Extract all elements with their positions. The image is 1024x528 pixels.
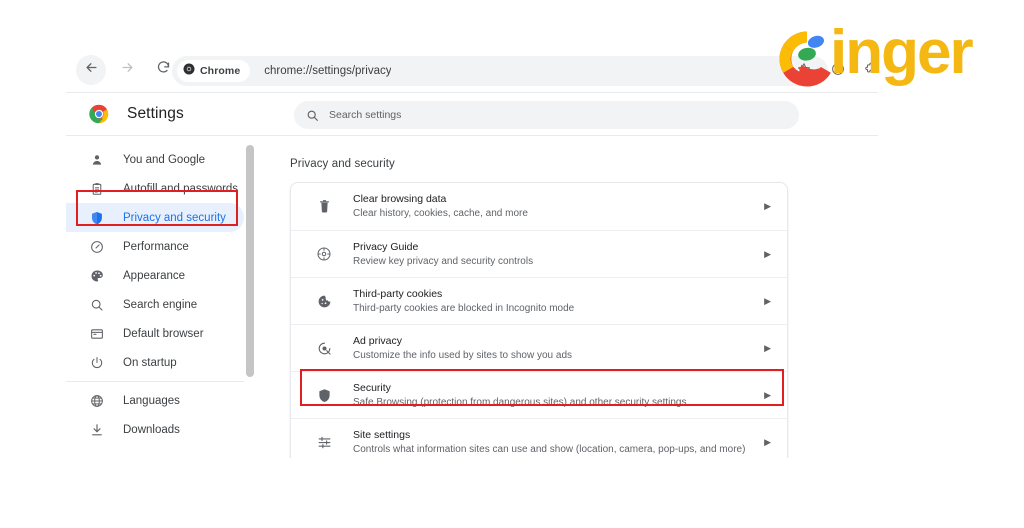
extensions-icon bbox=[864, 62, 878, 81]
site-chip[interactable]: Chrome bbox=[177, 60, 251, 82]
chrome-logo-icon bbox=[89, 104, 109, 124]
sidebar-item-label: Performance bbox=[123, 240, 189, 253]
browser-toolbar: Chrome chrome://settings/privacy bbox=[66, 48, 878, 93]
search-settings-field[interactable]: Search settings bbox=[294, 101, 799, 129]
sidebar-item-you-and-google[interactable]: You and Google bbox=[66, 145, 244, 174]
screenshot-root: Chrome chrome://settings/privacy Setting… bbox=[0, 0, 1024, 528]
sidebar-item-label: Languages bbox=[123, 394, 180, 407]
settings-body: You and Google Autofill and passwords Pr… bbox=[66, 136, 878, 458]
sidebar-item-label: Appearance bbox=[123, 269, 186, 282]
sidebar-item-label: Default browser bbox=[123, 327, 204, 340]
row-title: Ad privacy bbox=[353, 334, 403, 347]
settings-row-privacy-guide[interactable]: Privacy Guide Review key privacy and sec… bbox=[291, 230, 787, 277]
cookie-icon bbox=[313, 294, 335, 309]
sidebar-item-label: Privacy and security bbox=[123, 211, 226, 224]
row-title: Privacy Guide bbox=[353, 240, 419, 253]
sidebar-item-label: You and Google bbox=[123, 153, 206, 166]
chevron-right-icon[interactable]: ▶ bbox=[764, 201, 771, 212]
speedometer-icon bbox=[88, 238, 105, 255]
trash-icon bbox=[313, 199, 335, 214]
settings-row-third-party-cookies[interactable]: Third-party cookies Third-party cookies … bbox=[291, 277, 787, 324]
row-title: Security bbox=[353, 381, 391, 394]
forward-button[interactable] bbox=[112, 55, 142, 85]
chevron-right-icon[interactable]: ▶ bbox=[764, 296, 771, 307]
search-placeholder: Search settings bbox=[329, 109, 402, 121]
sidebar-item-label: Search engine bbox=[123, 298, 198, 311]
settings-content: Privacy and security Clear browsing data… bbox=[254, 136, 878, 458]
privacy-guide-icon bbox=[313, 246, 335, 262]
browser-window: Chrome chrome://settings/privacy Setting… bbox=[66, 48, 878, 458]
ad-privacy-icon bbox=[313, 341, 335, 356]
power-icon bbox=[88, 354, 105, 371]
bookmark-star-button[interactable] bbox=[792, 59, 816, 83]
chevron-right-icon[interactable]: ▶ bbox=[764, 343, 771, 354]
settings-header: Settings Search settings bbox=[66, 93, 878, 136]
row-title: Third-party cookies bbox=[353, 287, 443, 300]
row-subtitle: Third-party cookies are blocked in Incog… bbox=[353, 302, 575, 314]
row-subtitle: Controls what information sites can use … bbox=[353, 443, 746, 455]
sidebar-divider bbox=[66, 381, 244, 382]
row-subtitle: Customize the info used by sites to show… bbox=[353, 349, 573, 361]
shield-icon bbox=[313, 388, 335, 403]
row-title: Site settings bbox=[353, 428, 411, 441]
browser-window-icon bbox=[88, 325, 105, 342]
back-button[interactable] bbox=[76, 55, 106, 85]
palette-icon bbox=[88, 267, 105, 284]
row-text: Security Safe Browsing (protection from … bbox=[353, 381, 756, 410]
memory-saver-leaf-icon bbox=[831, 62, 845, 81]
sidebar-item-label: Downloads bbox=[123, 423, 180, 436]
shield-icon bbox=[88, 209, 105, 226]
back-arrow-icon bbox=[84, 60, 99, 80]
row-subtitle: Clear history, cookies, cache, and more bbox=[353, 208, 528, 219]
magnifier-icon bbox=[88, 296, 105, 313]
sidebar-item-default-browser[interactable]: Default browser bbox=[66, 319, 244, 348]
site-chip-label: Chrome bbox=[200, 65, 241, 77]
scrollbar-thumb[interactable] bbox=[246, 145, 254, 377]
page-title: Settings bbox=[127, 105, 184, 122]
sidebar-item-performance[interactable]: Performance bbox=[66, 232, 244, 261]
row-subtitle: Review key privacy and security controls bbox=[353, 255, 534, 267]
forward-arrow-icon bbox=[120, 60, 135, 80]
sidebar-item-autofill-and-passwords[interactable]: Autofill and passwords bbox=[66, 174, 244, 203]
memory-saver-button[interactable] bbox=[826, 59, 850, 83]
bookmark-star-icon bbox=[797, 62, 811, 81]
settings-row-ad-privacy[interactable]: Ad privacy Customize the info used by si… bbox=[291, 324, 787, 371]
chevron-right-icon[interactable]: ▶ bbox=[764, 390, 771, 401]
sidebar-item-label: Autofill and passwords bbox=[123, 182, 239, 195]
chevron-right-icon[interactable]: ▶ bbox=[764, 249, 771, 260]
row-text: Ad privacy Customize the info used by si… bbox=[353, 334, 756, 363]
settings-sidebar: You and Google Autofill and passwords Pr… bbox=[66, 136, 254, 458]
row-text: Site settings Controls what information … bbox=[353, 428, 756, 457]
sidebar-item-search-engine[interactable]: Search engine bbox=[66, 290, 244, 319]
row-subtitle: Safe Browsing (protection from dangerous… bbox=[353, 396, 687, 408]
sidebar-item-downloads[interactable]: Downloads bbox=[66, 415, 244, 444]
url-text: chrome://settings/privacy bbox=[264, 65, 392, 77]
sidebar-scrollbar[interactable] bbox=[246, 136, 254, 458]
sidebar-item-label: On startup bbox=[123, 356, 177, 369]
sidebar-item-appearance[interactable]: Appearance bbox=[66, 261, 244, 290]
address-bar[interactable]: Chrome chrome://settings/privacy bbox=[172, 56, 828, 86]
sidebar-item-languages[interactable]: Languages bbox=[66, 386, 244, 415]
row-title: Clear browsing data bbox=[353, 193, 447, 205]
row-text: Privacy Guide Review key privacy and sec… bbox=[353, 240, 756, 269]
clipboard-icon bbox=[88, 180, 105, 197]
sidebar-item-on-startup[interactable]: On startup bbox=[66, 348, 244, 377]
person-icon bbox=[88, 151, 105, 168]
section-heading: Privacy and security bbox=[290, 158, 395, 170]
extensions-button[interactable] bbox=[859, 59, 878, 83]
reload-icon bbox=[156, 60, 171, 80]
row-text: Clear browsing data Clear history, cooki… bbox=[353, 192, 756, 221]
globe-icon bbox=[88, 392, 105, 409]
chevron-right-icon[interactable]: ▶ bbox=[764, 437, 771, 448]
settings-card: Clear browsing data Clear history, cooki… bbox=[290, 182, 788, 458]
row-text: Third-party cookies Third-party cookies … bbox=[353, 287, 756, 316]
search-icon bbox=[306, 109, 319, 122]
settings-row-site-settings[interactable]: Site settings Controls what information … bbox=[291, 418, 787, 458]
download-icon bbox=[88, 421, 105, 438]
settings-row-clear-browsing-data[interactable]: Clear browsing data Clear history, cooki… bbox=[291, 183, 787, 230]
sidebar-item-privacy-and-security[interactable]: Privacy and security bbox=[66, 203, 244, 232]
chrome-logo-icon bbox=[183, 62, 195, 80]
settings-row-security[interactable]: Security Safe Browsing (protection from … bbox=[291, 371, 787, 418]
sliders-icon bbox=[313, 435, 335, 450]
